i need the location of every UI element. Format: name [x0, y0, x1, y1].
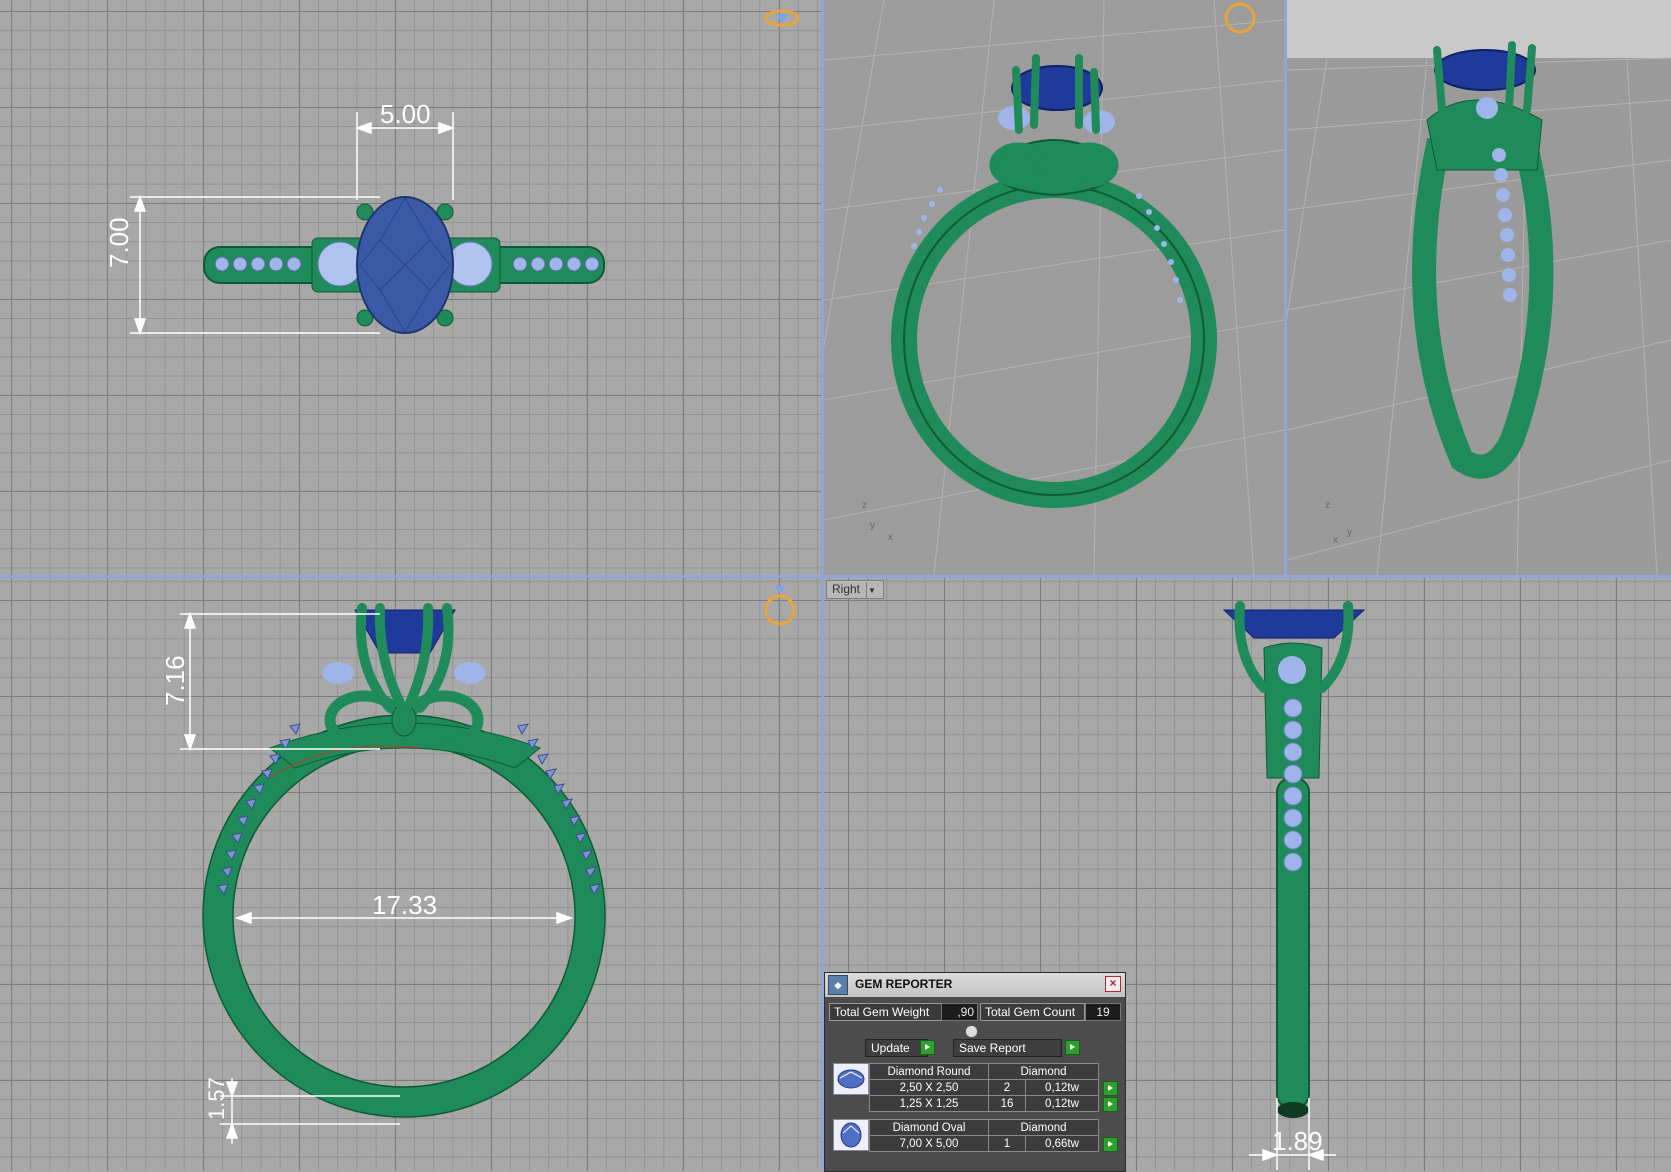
viewport-perspective-side[interactable]: z y x [1287, 0, 1671, 575]
viewport-top[interactable]: 5.00 7.00 [0, 0, 821, 575]
save-play-icon[interactable] [1065, 1040, 1080, 1055]
gem-material: Diamond [988, 1119, 1099, 1136]
dim-front-head-height: 7.16 [160, 655, 190, 706]
total-count-label: Total Gem Count [980, 1003, 1085, 1021]
dim-right-shank-width: 1.89 [1272, 1126, 1323, 1156]
front-view-model [180, 586, 796, 1144]
dim-front-shank-thickness: 1.57 [204, 1077, 229, 1120]
axis-label-y: y [1347, 527, 1352, 538]
save-report-button[interactable]: Save Report [953, 1039, 1062, 1057]
gem-weight: 0,12tw [1025, 1095, 1099, 1112]
gem-material: Diamond [988, 1063, 1099, 1080]
gem-weight: 0,66tw [1025, 1135, 1099, 1152]
gem-reporter-icon: ◆ [828, 975, 848, 995]
gem-reporter-titlebar[interactable]: ◆ GEM REPORTER × [825, 973, 1125, 997]
total-weight-label: Total Gem Weight [829, 1003, 944, 1021]
gem-count: 2 [988, 1079, 1026, 1096]
viewport-perspective[interactable]: z y x [824, 0, 1284, 575]
axis-label-z: z [862, 500, 867, 511]
select-gems-play-icon[interactable] [1103, 1137, 1118, 1152]
gem-size: 1,25 X 1,25 [869, 1095, 989, 1112]
axis-label-x: x [888, 532, 893, 543]
gem-shape: Diamond Oval [869, 1119, 989, 1136]
gem-count: 16 [988, 1095, 1026, 1112]
update-play-icon[interactable] [920, 1040, 935, 1055]
ring-gizmo-icon [764, 594, 796, 626]
oval-diamond-icon [833, 1119, 869, 1151]
total-weight-value: ,90 [941, 1003, 978, 1021]
dim-top-width: 5.00 [380, 99, 431, 129]
gem-size: 7,00 X 5,00 [869, 1135, 989, 1152]
perspective-side-model [1287, 0, 1671, 575]
center-stone [1011, 65, 1103, 111]
gem-shape: Diamond Round [869, 1063, 989, 1080]
collapse-toggle-icon[interactable] [965, 1025, 978, 1038]
axis-label-z: z [1325, 500, 1330, 511]
total-count-value: 19 [1085, 1003, 1121, 1021]
close-icon[interactable]: × [1105, 976, 1121, 992]
center-stone [1434, 49, 1536, 91]
update-button-label: Update [871, 1041, 910, 1055]
perspective-view-model [824, 0, 1284, 575]
gem-group-oval: Diamond Oval Diamond 7,00 X 5,00 1 0,66t… [869, 1119, 1099, 1152]
axis-label-y: y [870, 520, 875, 531]
axis-label-x: x [1333, 535, 1338, 546]
gem-weight: 0,12tw [1025, 1079, 1099, 1096]
dim-front-inner-diameter: 17.33 [372, 890, 438, 920]
gem-group-round: Diamond Round Diamond 2,50 X 2,50 2 0,12… [869, 1063, 1099, 1112]
center-stone [354, 609, 456, 654]
update-button[interactable]: Update [865, 1039, 928, 1057]
round-diamond-icon [833, 1063, 869, 1095]
ring-gizmo-icon [1224, 2, 1256, 34]
gem-count: 1 [988, 1135, 1026, 1152]
select-gems-play-icon[interactable] [1103, 1097, 1118, 1112]
dim-top-length: 7.00 [104, 217, 134, 268]
top-view-model [130, 9, 800, 336]
select-gems-play-icon[interactable] [1103, 1081, 1118, 1096]
viewport-front[interactable]: 7.16 17.33 1.57 [0, 578, 821, 1170]
save-report-button-label: Save Report [959, 1041, 1026, 1055]
gem-reporter-panel[interactable]: ◆ GEM REPORTER × Total Gem Weight ,90 To… [824, 972, 1126, 1172]
gem-reporter-title: GEM REPORTER [855, 977, 953, 991]
gem-size: 2,50 X 2,50 [869, 1079, 989, 1096]
